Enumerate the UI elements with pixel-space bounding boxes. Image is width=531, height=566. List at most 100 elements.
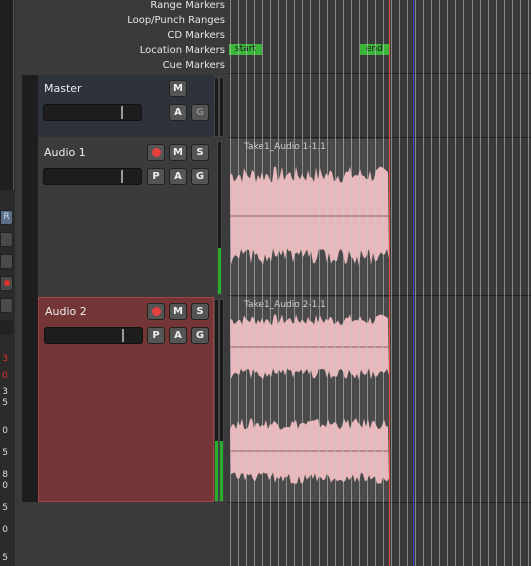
grid-line — [455, 0, 456, 566]
left-panel-record-button[interactable] — [0, 276, 13, 291]
track-separator — [228, 502, 531, 503]
fader-knob[interactable] — [122, 329, 124, 342]
left-panel-number: 3 — [2, 387, 8, 397]
level-meter-fill — [218, 248, 221, 294]
edit-point-line — [413, 0, 414, 566]
track-header-audio-2[interactable]: Audio 2 M S P A G — [38, 297, 214, 502]
grid-line — [391, 0, 392, 566]
left-panel-button[interactable] — [0, 232, 13, 247]
fader-knob[interactable] — [121, 170, 123, 183]
grid-line — [351, 0, 352, 566]
left-panel-top — [0, 0, 14, 190]
ruler-label-cue-markers: Cue Markers — [162, 60, 225, 71]
grid-line — [294, 0, 295, 566]
left-panel-number: 5 — [2, 448, 8, 458]
grid-line — [270, 0, 271, 566]
playlist-button[interactable]: P — [147, 327, 165, 344]
level-meter-fill — [215, 440, 218, 501]
left-panel-button[interactable] — [0, 320, 13, 335]
grid-line — [238, 0, 239, 566]
grid-line — [463, 0, 464, 566]
group-button[interactable]: G — [191, 104, 209, 121]
grid-line — [480, 0, 481, 566]
ruler-label-range-markers: Range Markers — [150, 0, 225, 11]
left-panel-number: 3 — [2, 354, 8, 364]
grid-line — [343, 0, 344, 566]
grid-line — [335, 0, 336, 566]
track-name[interactable]: Audio 2 — [45, 305, 87, 318]
track-separator — [228, 295, 531, 296]
left-panel-number: 5 — [2, 503, 8, 513]
group-button[interactable]: G — [191, 327, 209, 344]
level-meter-fill — [220, 440, 223, 501]
gain-fader[interactable] — [43, 168, 142, 185]
left-panel-number: 5 — [2, 553, 8, 563]
grid-line — [359, 0, 360, 566]
fader-knob[interactable] — [121, 106, 123, 119]
left-panel-number: 0 — [2, 426, 8, 436]
automation-button[interactable]: A — [169, 104, 187, 121]
grid-line — [528, 0, 529, 566]
level-meter — [219, 77, 224, 137]
editor-canvas[interactable]: start end Take1_Audio 1-1.1 Take1_Audio … — [228, 0, 531, 566]
grid-line — [302, 0, 303, 566]
playhead[interactable] — [389, 0, 390, 566]
level-meter — [217, 141, 222, 295]
left-panel-strip: R 3 0 3 5 0 5 8 0 5 0 5 — [0, 0, 15, 566]
grid-line — [488, 0, 489, 566]
group-button[interactable]: G — [191, 168, 209, 185]
grid-line — [278, 0, 279, 566]
grid-line — [512, 0, 513, 566]
grid-line — [319, 0, 320, 566]
grid-line — [230, 0, 231, 566]
mute-button[interactable]: M — [169, 80, 187, 97]
record-arm-button[interactable] — [147, 303, 165, 320]
left-panel-button[interactable] — [0, 254, 13, 269]
grid-line — [520, 0, 521, 566]
left-panel-number: 0 — [2, 525, 8, 535]
grid-line — [246, 0, 247, 566]
solo-button[interactable]: S — [191, 303, 209, 320]
grid-line — [439, 0, 440, 566]
mute-button[interactable]: M — [169, 144, 187, 161]
grid-line — [367, 0, 368, 566]
record-icon — [151, 307, 161, 316]
grid-line — [254, 0, 255, 566]
ruler-label-location-markers: Location Markers — [139, 45, 225, 56]
automation-button[interactable]: A — [169, 168, 187, 185]
left-panel-number: 0 — [2, 371, 8, 381]
left-panel-button[interactable] — [0, 298, 13, 313]
grid-line — [327, 0, 328, 566]
record-arm-button[interactable] — [147, 144, 165, 161]
mute-button[interactable]: M — [169, 303, 187, 320]
grid-line — [399, 0, 400, 566]
track-name[interactable]: Master — [44, 82, 82, 95]
grid-line — [447, 0, 448, 566]
left-panel-number: 0 — [2, 481, 8, 491]
gain-fader[interactable] — [43, 104, 142, 121]
track-separator — [228, 137, 531, 138]
grid-line — [496, 0, 497, 566]
track-color-column — [22, 75, 38, 502]
record-icon — [151, 148, 161, 157]
track-header-master[interactable]: Master M A G — [38, 75, 214, 137]
grid-line — [504, 0, 505, 566]
left-panel-r-button[interactable]: R — [0, 210, 13, 225]
solo-button[interactable]: S — [191, 144, 209, 161]
grid-line — [310, 0, 311, 566]
grid-line — [415, 0, 416, 566]
track-name[interactable]: Audio 1 — [44, 146, 86, 159]
track-header-audio-1[interactable]: Audio 1 M S P A G — [38, 139, 214, 295]
playlist-button[interactable]: P — [147, 168, 165, 185]
left-panel-number: 8 — [2, 470, 8, 480]
left-panel-number: 5 — [2, 398, 8, 408]
ruler-separator — [228, 73, 531, 74]
grid-line — [383, 0, 384, 566]
gain-fader[interactable] — [44, 327, 143, 344]
grid-line — [407, 0, 408, 566]
automation-button[interactable]: A — [169, 327, 187, 344]
ruler-label-cd-markers: CD Markers — [167, 30, 225, 41]
grid-line — [431, 0, 432, 566]
grid-line — [262, 0, 263, 566]
grid-line — [423, 0, 424, 566]
